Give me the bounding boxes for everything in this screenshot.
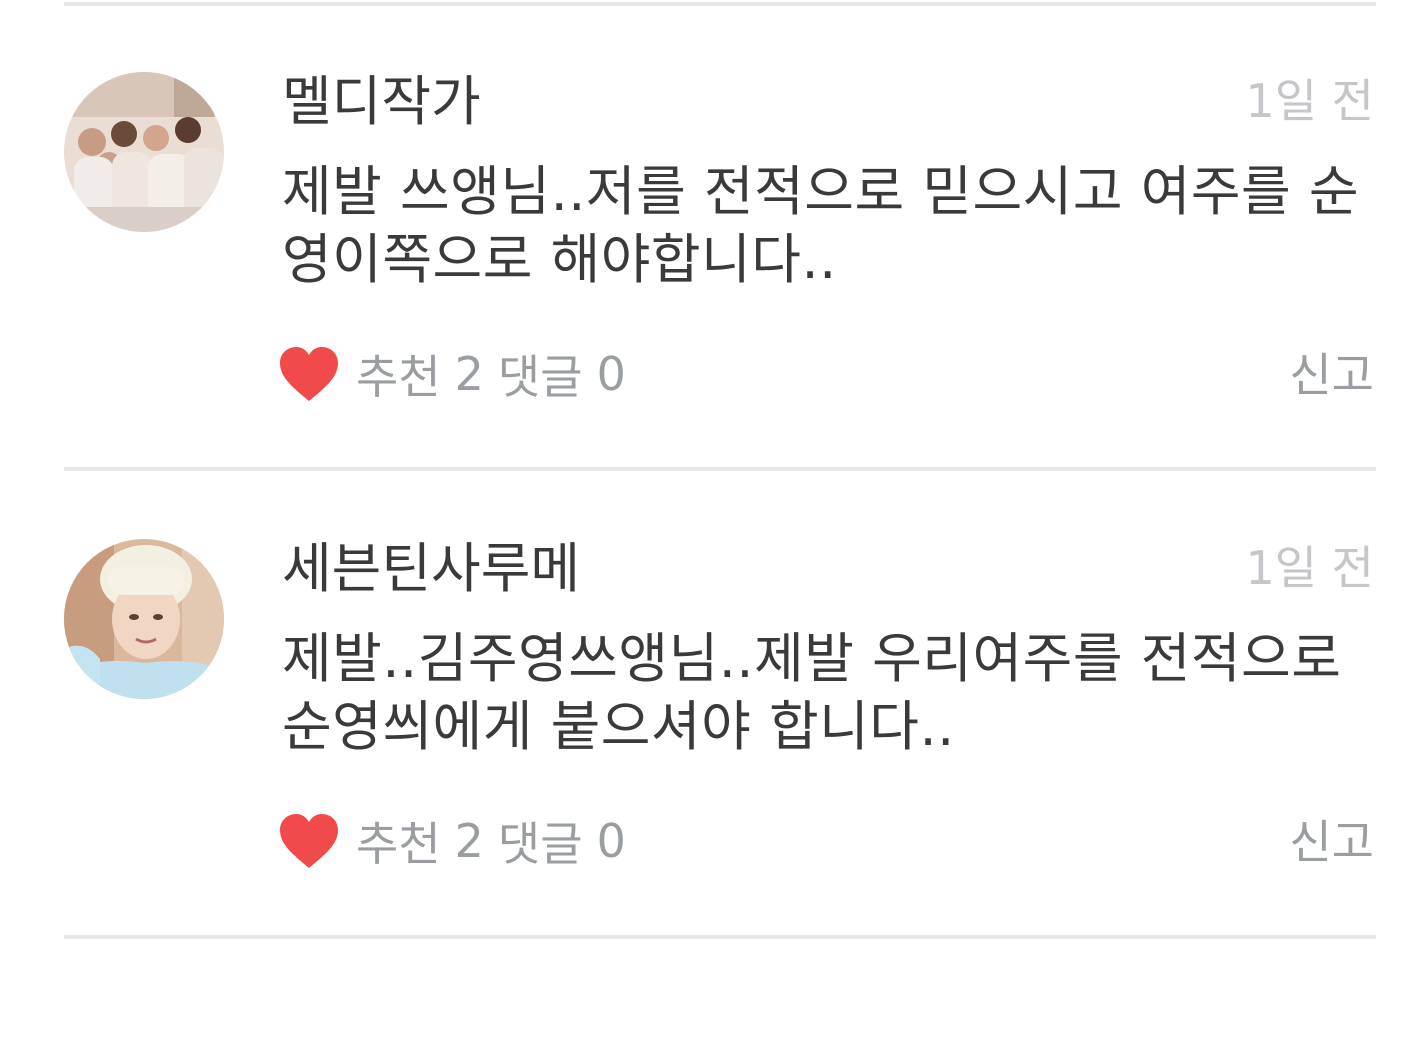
comment-time: 1일 전 (1245, 74, 1374, 128)
like-label[interactable]: 추천 (356, 808, 441, 874)
like-count: 2 (454, 814, 484, 868)
like-label[interactable]: 추천 (356, 341, 441, 407)
comment-author[interactable]: 세븐틴사루메 (282, 531, 580, 607)
avatar[interactable] (64, 539, 224, 699)
comment-time: 1일 전 (1245, 541, 1374, 595)
reply-label[interactable]: 댓글 (498, 808, 583, 874)
comment-author[interactable]: 멜디작가 (282, 64, 481, 140)
report-button[interactable]: 신고 (1289, 340, 1374, 410)
comment-actions: 추천 2 댓글 0 (278, 805, 640, 877)
comment-item: 멜디작가 1일 전 제발 쓰앵님..저를 전적으로 믿으시고 여주를 순영이쪽으… (0, 2, 1408, 468)
comment-item: 세븐틴사루메 1일 전 제발..김주영쓰앵님..제발 우리여주를 전적으로 순영… (0, 469, 1408, 935)
avatar[interactable] (64, 72, 224, 232)
group-photo-icon (64, 72, 224, 232)
comment-divider (64, 935, 1376, 939)
reply-count: 0 (596, 814, 626, 868)
like-count: 2 (454, 347, 484, 401)
comment-text: 제발 쓰앵님..저를 전적으로 믿으시고 여주를 순영이쪽으로 해야합니다.. (282, 160, 1360, 291)
comment-text: 제발..김주영쓰앵님..제발 우리여주를 전적으로 순영씌에게 붙으셔야 합니다… (282, 627, 1342, 758)
heart-icon[interactable] (278, 345, 340, 403)
reply-count: 0 (596, 347, 626, 401)
heart-icon[interactable] (278, 812, 340, 870)
profile-photo-icon (64, 539, 224, 699)
comment-actions: 추천 2 댓글 0 (278, 338, 640, 410)
report-button[interactable]: 신고 (1289, 807, 1374, 877)
reply-label[interactable]: 댓글 (498, 341, 583, 407)
